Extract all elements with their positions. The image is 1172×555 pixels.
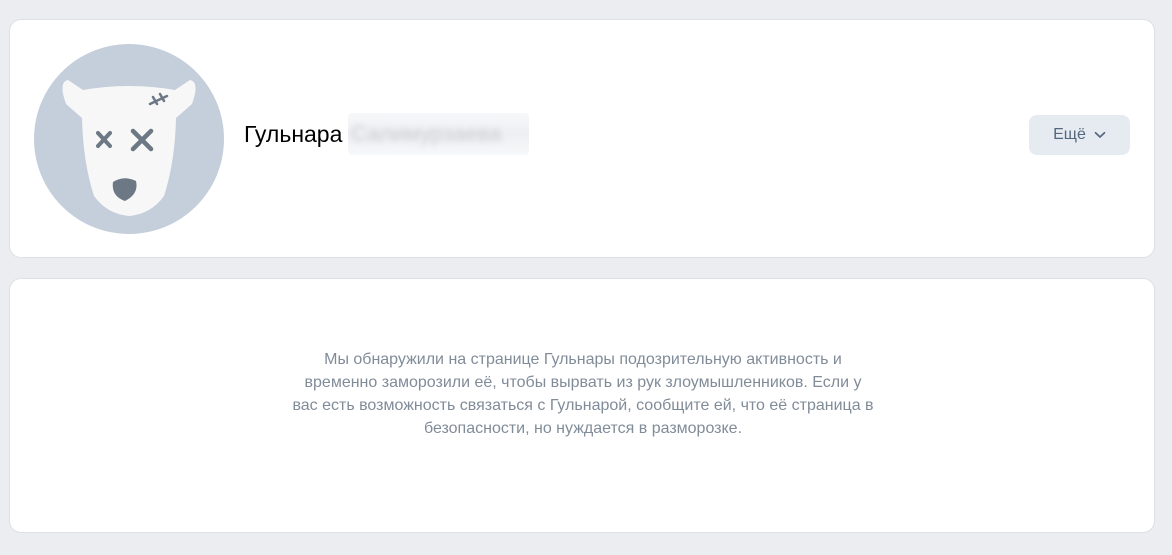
frozen-page-notice-text: Мы обнаружили на странице Гульнары подоз… [292, 351, 874, 437]
avatar[interactable] [34, 44, 224, 234]
more-button[interactable]: Ещё [1029, 115, 1130, 155]
more-button-label: Ещё [1053, 126, 1086, 143]
last-name-blurred: Салимурзаева [351, 121, 502, 146]
profile-name: Гульнара Салимурзаева [244, 113, 530, 155]
chevron-down-icon [1094, 131, 1106, 138]
frozen-dog-icon [34, 44, 224, 234]
frozen-page-notice-card: Мы обнаружили на странице Гульнары подоз… [9, 278, 1155, 533]
first-name: Гульнара [244, 120, 343, 147]
profile-header-card: Гульнара Салимурзаева Ещё [9, 19, 1155, 258]
last-name-redacted: Салимурзаева [348, 113, 530, 155]
